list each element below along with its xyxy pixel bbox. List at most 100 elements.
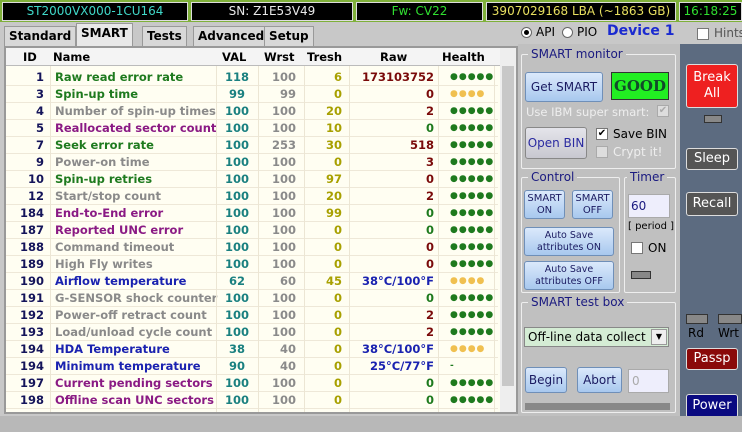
power-button[interactable]: Power <box>686 394 738 418</box>
table-row[interactable]: 5 Reallocated sector count 100 100 10 0 ●●●●● <box>6 120 498 137</box>
test-progress-input[interactable]: 0 <box>628 369 669 393</box>
autosave-off-button[interactable]: Auto Save attributes OFF <box>524 261 614 290</box>
col-tresh[interactable]: Tresh <box>307 50 342 64</box>
table-row[interactable]: 193 Load/unload cycle count 100 100 0 2 ●●●●● <box>6 324 498 341</box>
cell-health: ●●●● <box>450 344 486 354</box>
table-row[interactable]: 9 Power-on time 100 100 0 3 ●●●●● <box>6 154 498 171</box>
table-row[interactable]: 4 Number of spin-up times 100 100 20 2 ●●●●● <box>6 103 498 120</box>
tab-advanced[interactable]: Advanced <box>193 26 270 46</box>
cell-name: Minimum temperature <box>55 359 201 373</box>
cell-val: 100 <box>224 206 249 220</box>
table-scrollbar[interactable] <box>500 48 516 412</box>
crypt-checkbox[interactable] <box>596 146 608 158</box>
table-row[interactable]: 3 Spin-up time 99 99 0 0 ●●●● <box>6 86 498 103</box>
cell-name: Airflow temperature <box>55 274 187 288</box>
col-id[interactable]: ID <box>23 50 37 64</box>
table-row[interactable]: 198 Offline scan UNC sectors 100 100 0 0 ●●●●● <box>6 392 498 409</box>
col-val[interactable]: VAL <box>222 50 246 64</box>
cell-id: 198 <box>19 393 44 407</box>
cell-health: ●●●●● <box>450 293 495 303</box>
cell-wrst: 100 <box>271 70 296 84</box>
tab-setup[interactable]: Setup <box>264 26 314 46</box>
cell-id: 194 <box>19 342 44 356</box>
cell-name: Current pending sectors <box>55 376 213 390</box>
autosave-on-button[interactable]: Auto Save attributes ON <box>524 227 614 256</box>
api-radio[interactable] <box>521 27 532 38</box>
cell-health: ●●●●● <box>450 208 495 218</box>
cell-id: 184 <box>19 206 44 220</box>
scrollbar-thumb[interactable] <box>502 66 514 386</box>
smart-off-button[interactable]: SMART OFF <box>572 190 613 219</box>
table-row[interactable]: 7 Seek error rate 100 253 30 518 ●●●●● <box>6 137 498 154</box>
cell-id: 188 <box>19 240 44 254</box>
cell-wrst: 100 <box>271 206 296 220</box>
break-all-button[interactable]: Break All <box>686 64 738 108</box>
cell-name: End-to-End error <box>55 206 164 220</box>
tab-tests[interactable]: Tests <box>142 26 187 46</box>
recall-button[interactable]: Recall <box>686 192 738 216</box>
sleep-button[interactable]: Sleep <box>686 148 738 170</box>
col-raw[interactable]: Raw <box>380 50 407 64</box>
cell-name: Spin-up retries <box>55 172 153 186</box>
smart-attributes-table: ID Name VAL Wrst Tresh Raw Health 1 Raw r… <box>4 46 518 414</box>
cell-raw: 2 <box>425 308 434 322</box>
cell-raw: 173103752 <box>361 70 434 84</box>
begin-button[interactable]: Begin <box>525 367 567 393</box>
table-row[interactable]: 10 Spin-up retries 100 100 97 0 ●●●●● <box>6 171 498 188</box>
table-row[interactable]: 197 Current pending sectors 100 100 0 0 ●●●●● <box>6 375 498 392</box>
abort-button[interactable]: Abort <box>577 367 622 393</box>
table-row[interactable]: 199 UltraDMA CRC 200 200 0 0 <box>6 409 498 412</box>
ibm-super-smart-checkbox[interactable]: ✔ <box>657 105 669 117</box>
table-row[interactable]: 188 Command timeout 100 100 0 0 ●●●●● <box>6 239 498 256</box>
cell-health: ●●●●● <box>450 106 495 116</box>
table-row[interactable]: 184 End-to-End error 100 100 99 0 ●●●●● <box>6 205 498 222</box>
passp-button[interactable]: Passp <box>686 348 738 370</box>
cell-raw: 0 <box>425 376 434 390</box>
hints-checkbox[interactable] <box>697 28 709 40</box>
cell-wrst: 100 <box>271 325 296 339</box>
table-row[interactable]: 190 Airflow temperature 62 60 45 38°C/100°F ●●… <box>6 273 498 290</box>
cell-name: Start/stop count <box>55 189 161 203</box>
cell-tresh: 97 <box>325 172 342 186</box>
table-row[interactable]: 191 G-SENSOR shock counter 100 100 0 0 ●●●●● <box>6 290 498 307</box>
col-wrst[interactable]: Wrst <box>264 50 295 64</box>
smart-status-badge: GOOD <box>611 72 669 100</box>
col-name[interactable]: Name <box>53 50 90 64</box>
table-row[interactable]: 194 Minimum temperature 90 40 0 25°C/77°F - <box>6 358 498 375</box>
table-row[interactable]: 194 HDA Temperature 38 40 0 38°C/100°F ●●●● <box>6 341 498 358</box>
timer-on-checkbox[interactable] <box>631 242 643 254</box>
cell-health: ●●●●● <box>450 327 495 337</box>
table-row[interactable]: 1 Raw read error rate 118 100 6 173103752 ●●●●… <box>6 69 498 86</box>
cell-tresh: 0 <box>333 325 342 339</box>
table-row[interactable]: 189 High Fly writes 100 100 0 0 ●●●●● <box>6 256 498 273</box>
table-row[interactable]: 12 Start/stop count 100 100 20 2 ●●●●● <box>6 188 498 205</box>
cell-health: ●●●●● <box>450 123 495 133</box>
tab-bar: Standard SMART Tests Advanced Setup API … <box>0 22 742 46</box>
table-row[interactable]: 192 Power-off retract count 100 100 0 2 ●●●●● <box>6 307 498 324</box>
cell-wrst: 100 <box>271 291 296 305</box>
cell-health: ●●●●● <box>450 157 495 167</box>
cell-id: 187 <box>19 223 44 237</box>
cell-id: 193 <box>19 325 44 339</box>
cell-wrst: 200 <box>272 410 296 412</box>
cell-tresh: 0 <box>333 155 342 169</box>
column-divider <box>258 66 259 412</box>
table-row[interactable]: 187 Reported UNC error 100 100 0 0 ●●●●● <box>6 222 498 239</box>
cell-wrst: 60 <box>279 274 296 288</box>
pio-radio[interactable] <box>562 27 573 38</box>
col-health[interactable]: Health <box>442 50 485 64</box>
cell-health: - <box>450 361 455 371</box>
timer-indicator <box>631 271 651 279</box>
cell-val: 100 <box>224 138 249 152</box>
timer-input[interactable]: 60 <box>628 194 670 218</box>
cell-id: 199 <box>20 410 44 412</box>
test-type-select[interactable]: Off-line data collect ▼ <box>524 327 669 347</box>
cell-val: 100 <box>224 104 249 118</box>
save-bin-checkbox[interactable]: ✔ <box>596 128 608 140</box>
tab-smart[interactable]: SMART <box>76 23 133 46</box>
smart-on-button[interactable]: SMART ON <box>524 190 565 219</box>
get-smart-button[interactable]: Get SMART <box>525 72 603 102</box>
tab-standard[interactable]: Standard <box>4 26 77 46</box>
open-bin-button[interactable]: Open BIN <box>525 127 587 159</box>
chevron-down-icon[interactable]: ▼ <box>651 329 667 345</box>
